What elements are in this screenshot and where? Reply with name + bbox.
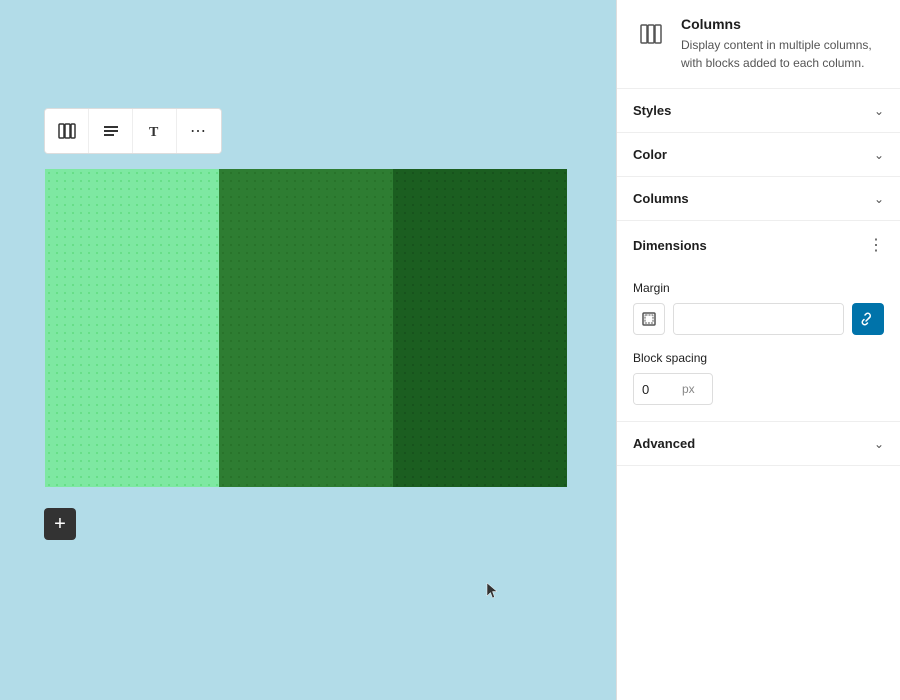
margin-label: Margin — [633, 281, 884, 295]
cursor — [486, 582, 498, 600]
margin-input-group: px — [673, 303, 844, 335]
dimensions-content: Margin px — [617, 269, 900, 421]
column-1 — [45, 169, 219, 487]
toolbar-text-btn[interactable]: T — [133, 109, 177, 153]
align-icon — [102, 122, 120, 140]
columns-label: Columns — [633, 191, 689, 206]
styles-section: Styles ⌄ — [617, 89, 900, 133]
color-label: Color — [633, 147, 667, 162]
block-description: Columns Display content in multiple colu… — [681, 16, 884, 72]
canvas-area: T ⋯ + — [0, 0, 616, 700]
block-title: Columns — [681, 16, 884, 32]
styles-label: Styles — [633, 103, 671, 118]
margin-input[interactable] — [674, 304, 844, 334]
block-spacing-input[interactable] — [634, 374, 674, 404]
margin-link-button[interactable] — [852, 303, 884, 335]
column-2 — [219, 169, 393, 487]
svg-text:T: T — [149, 125, 159, 140]
dimensions-label: Dimensions — [633, 238, 707, 253]
toolbar-align-btn[interactable] — [89, 109, 133, 153]
toolbar-columns-btn[interactable] — [45, 109, 89, 153]
color-accordion-header[interactable]: Color ⌄ — [617, 133, 900, 176]
more-dots-icon: ⋯ — [190, 121, 208, 141]
block-spacing-unit: px — [674, 374, 703, 404]
advanced-section: Advanced ⌄ — [617, 422, 900, 466]
column-3 — [393, 169, 567, 487]
dimensions-section: Dimensions ⋮ Margin px — [617, 221, 900, 422]
block-info-header: Columns Display content in multiple colu… — [617, 0, 900, 89]
block-toolbar: T ⋯ — [44, 108, 222, 154]
dimensions-accordion-header[interactable]: Dimensions ⋮ — [617, 221, 900, 269]
right-panel: Columns Display content in multiple colu… — [616, 0, 900, 700]
dimensions-more-icon[interactable]: ⋮ — [868, 235, 884, 255]
block-spacing-label: Block spacing — [633, 351, 884, 365]
advanced-label: Advanced — [633, 436, 695, 451]
plus-icon: + — [54, 513, 66, 536]
advanced-chevron-icon: ⌄ — [874, 437, 884, 451]
advanced-accordion-header[interactable]: Advanced ⌄ — [617, 422, 900, 465]
columns-section: Columns ⌄ — [617, 177, 900, 221]
columns-chevron-icon: ⌄ — [874, 192, 884, 206]
columns-accordion-header[interactable]: Columns ⌄ — [617, 177, 900, 220]
color-section: Color ⌄ — [617, 133, 900, 177]
add-block-button[interactable]: + — [44, 508, 76, 540]
styles-chevron-icon: ⌄ — [874, 104, 884, 118]
columns-icon — [58, 122, 76, 140]
margin-sides-button[interactable] — [633, 303, 665, 335]
margin-sides-icon — [640, 310, 658, 328]
spacing-input-group: px — [633, 373, 713, 405]
columns-block — [44, 168, 568, 488]
styles-accordion-header[interactable]: Styles ⌄ — [617, 89, 900, 132]
link-icon — [861, 312, 875, 326]
text-icon: T — [146, 122, 164, 140]
block-desc-text: Display content in multiple columns, wit… — [681, 36, 884, 72]
margin-row: px — [633, 303, 884, 335]
block-spacing-row: px — [633, 373, 884, 405]
color-chevron-icon: ⌄ — [874, 148, 884, 162]
toolbar-more-btn[interactable]: ⋯ — [177, 109, 221, 153]
block-icon — [633, 16, 669, 52]
